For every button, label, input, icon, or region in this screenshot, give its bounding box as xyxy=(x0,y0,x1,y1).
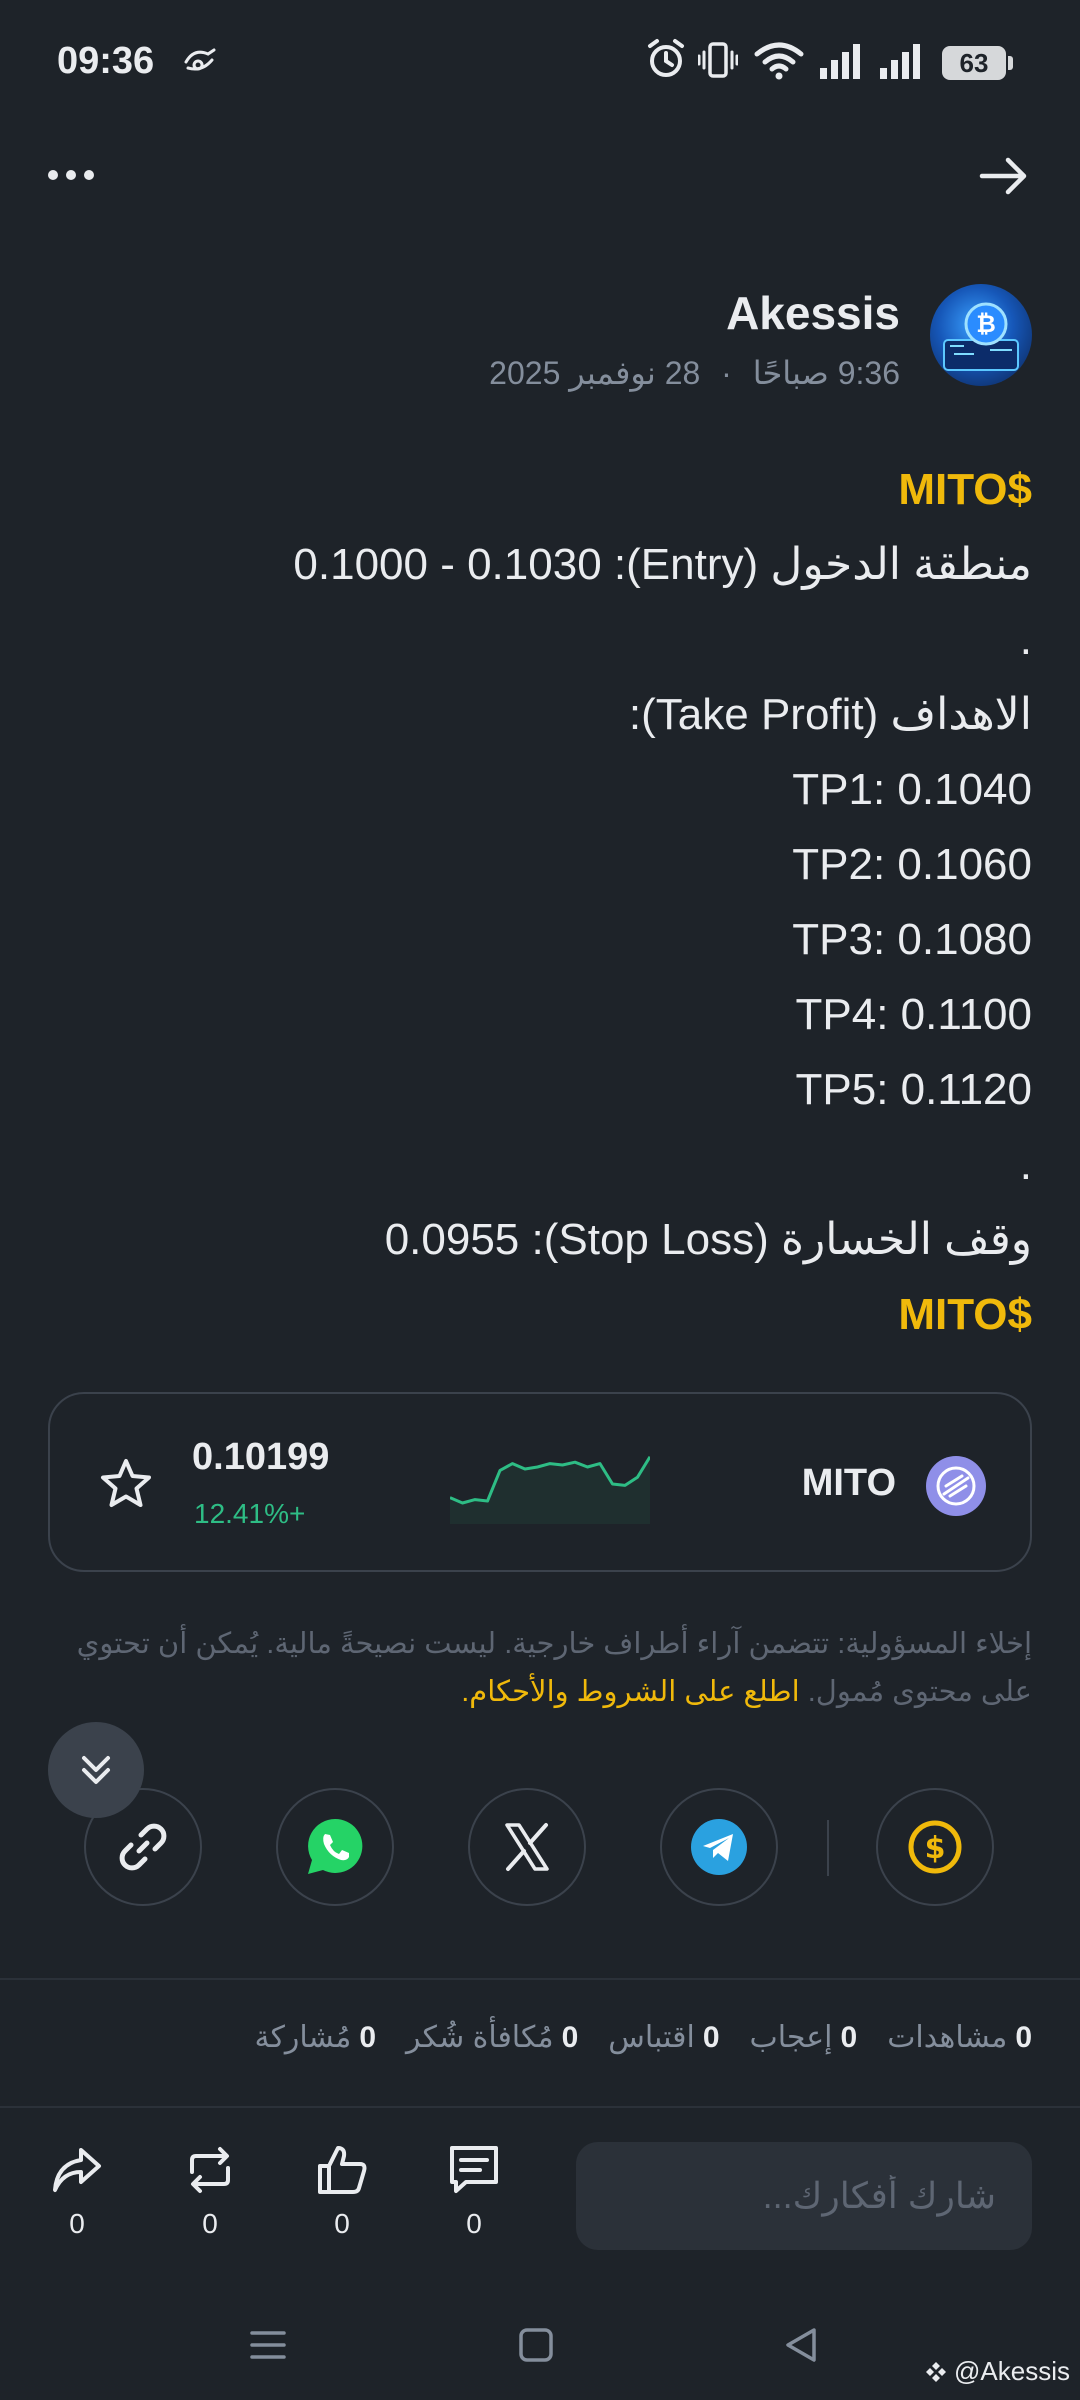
repost-count: 0 xyxy=(202,2208,218,2239)
stat-tips: 0مُكافأة شُكر xyxy=(406,2021,579,2054)
binance-logo-icon xyxy=(925,2362,946,2382)
recents-button[interactable] xyxy=(228,2310,308,2380)
post-line: وقف الخسارة (Stop Loss): 0.0955 xyxy=(384,1215,1032,1264)
arrow-right-icon[interactable] xyxy=(976,148,1032,204)
share-button[interactable]: 0 xyxy=(37,2142,117,2240)
share-divider xyxy=(827,1820,829,1876)
x-icon xyxy=(505,1823,549,1871)
post-line: منطقة الدخول (Entry): 0.1000 - 0.1030 xyxy=(293,540,1032,589)
svg-text:$: $ xyxy=(925,1831,946,1866)
price-sparkline xyxy=(450,1456,650,1524)
share-count: 0 xyxy=(69,2208,85,2239)
telegram-icon xyxy=(691,1819,747,1875)
like-count: 0 xyxy=(334,2208,350,2239)
disclaimer: إخلاء المسؤولية: تتضمن آراء أطراف خارجية… xyxy=(48,1620,1032,1716)
divider xyxy=(0,1978,1080,1980)
coin-change: 12.41%+ xyxy=(194,1498,306,1529)
repost-icon xyxy=(190,2147,230,2193)
repost-button[interactable]: 0 xyxy=(170,2142,250,2240)
post-stats: 0مشاهدات 0إعجاب 0اقتباس 0مُكافأة شُكر 0م… xyxy=(255,2020,1033,2064)
svg-text:₿: ₿ xyxy=(976,310,996,338)
tip-button[interactable]: $ xyxy=(876,1788,994,1906)
share-whatsapp-button[interactable] xyxy=(276,1788,394,1906)
watermark: @Akessis xyxy=(925,2356,1070,2387)
whatsapp-icon xyxy=(308,1818,363,1874)
post-timestamp: 9:36 صباحًا · 28 نوفمبر 2025 xyxy=(489,354,900,392)
post-content: MITO$ منطقة الدخول (Entry): 0.1000 - 0.1… xyxy=(48,452,1032,1352)
post-line: TP3: 0.1080 xyxy=(792,915,1032,964)
status-time: 09:36 xyxy=(57,40,155,82)
post-line: TP4: 0.1100 xyxy=(795,990,1032,1039)
divider xyxy=(0,2106,1080,2108)
meta-separator: · xyxy=(721,355,732,391)
thumbs-up-icon xyxy=(318,2146,367,2194)
post-time: 9:36 صباحًا xyxy=(752,355,900,391)
stat-shares: 0مُشاركة xyxy=(254,2021,377,2054)
link-icon xyxy=(119,1823,167,1871)
share-arrow-icon xyxy=(53,2148,101,2192)
post-line: الاهداف (Take Profit): xyxy=(628,690,1032,739)
signal-icon xyxy=(820,44,860,79)
vibrate-icon xyxy=(698,42,738,78)
tip-dollar-icon: $ xyxy=(908,1820,962,1874)
post-line: TP5: 0.1120 xyxy=(795,1065,1032,1114)
post-date: 28 نوفمبر 2025 xyxy=(489,355,701,391)
share-telegram-button[interactable] xyxy=(660,1788,778,1906)
post-line: . xyxy=(1019,1140,1032,1189)
post-line: TP1: 0.1040 xyxy=(792,765,1032,814)
watermark-text: @Akessis xyxy=(954,2356,1070,2386)
comment-icon xyxy=(450,2146,498,2193)
stat-likes: 0إعجاب xyxy=(749,2021,858,2054)
back-triangle-icon xyxy=(786,2328,816,2362)
share-x-button[interactable] xyxy=(468,1788,586,1906)
coin-logo-icon xyxy=(926,1456,986,1516)
comment-count: 0 xyxy=(466,2208,482,2239)
wifi-icon xyxy=(754,42,804,80)
comment-input[interactable] xyxy=(576,2142,1032,2250)
post-line: TP2: 0.1060 xyxy=(792,840,1032,889)
fan-mode-icon xyxy=(184,48,216,71)
more-dots-icon[interactable] xyxy=(48,150,108,200)
battery-indicator: 63 xyxy=(942,46,1013,80)
status-bar: 09:36 63 xyxy=(0,0,1080,120)
cashtag-link[interactable]: MITO$ xyxy=(48,1277,1032,1352)
system-back-button[interactable] xyxy=(762,2310,842,2380)
system-nav-bar xyxy=(0,2290,1080,2400)
stat-quotes: 0اقتباس xyxy=(608,2021,720,2054)
post-line: . xyxy=(1019,615,1032,664)
terms-link[interactable]: اطلع على الشروط والأحكام. xyxy=(461,1676,799,1708)
star-icon[interactable] xyxy=(98,1456,154,1512)
collapse-button[interactable] xyxy=(48,1722,144,1818)
coin-card[interactable]: MITO 0.10199 12.41%+ xyxy=(48,1392,1032,1572)
alarm-icon xyxy=(648,39,684,77)
home-icon xyxy=(519,2328,553,2362)
like-button[interactable]: 0 xyxy=(302,2142,382,2240)
signal-icon-2 xyxy=(880,44,920,79)
home-button[interactable] xyxy=(496,2310,576,2380)
recents-icon xyxy=(250,2331,286,2359)
author-name[interactable]: Akessis xyxy=(726,286,900,340)
comment-button[interactable]: 0 xyxy=(434,2142,514,2240)
coin-name: MITO xyxy=(801,1462,896,1504)
stat-views: 0مشاهدات xyxy=(887,2021,1032,2054)
avatar[interactable]: ₿ xyxy=(930,284,1032,386)
cashtag-link[interactable]: MITO$ xyxy=(48,452,1032,527)
coin-price: 0.10199 xyxy=(192,1436,330,1478)
chevron-double-down-icon xyxy=(82,1756,110,1784)
